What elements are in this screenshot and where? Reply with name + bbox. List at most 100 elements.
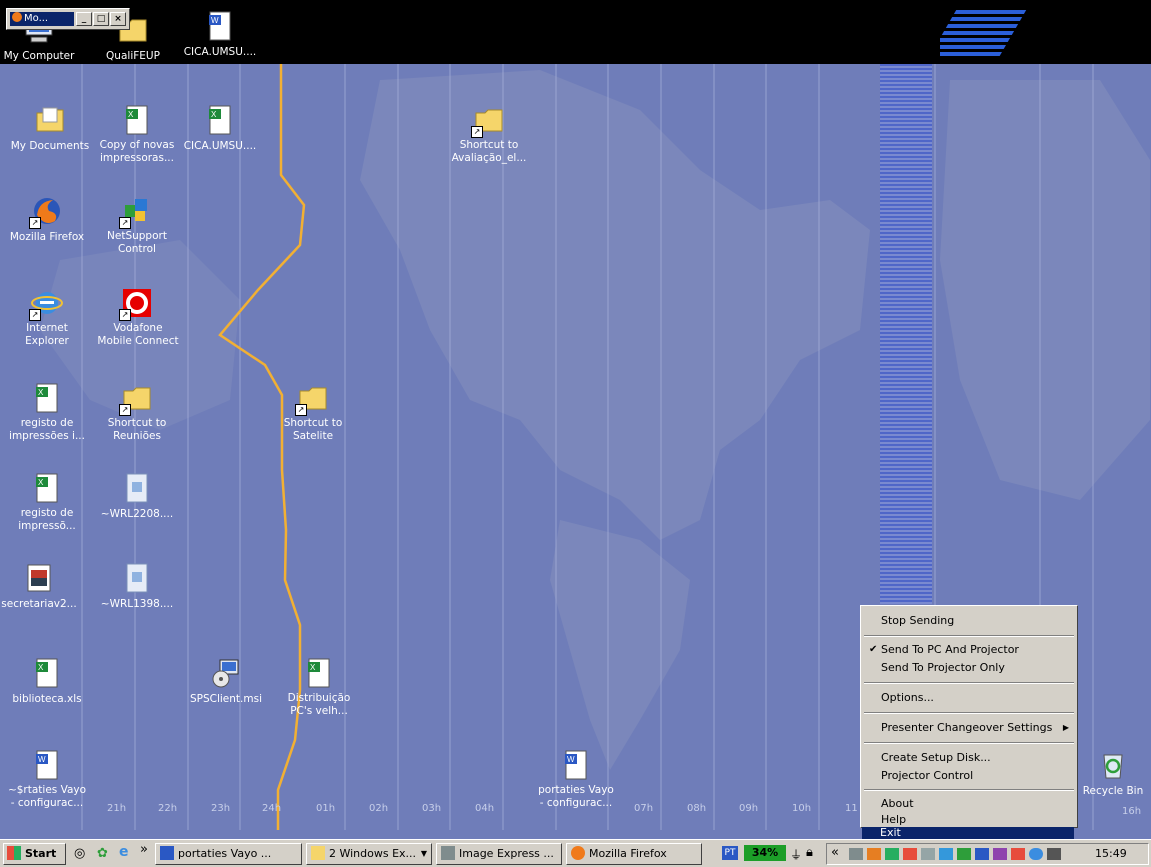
checkmark-icon: ✔: [869, 644, 878, 655]
desktop-icon-registo-de-impresso[interactable]: X registo de impressõ...: [4, 472, 90, 533]
menu-item-stop-sending[interactable]: Stop Sending: [863, 612, 1075, 629]
desktop-icon-my-documents[interactable]: My Documents: [7, 104, 93, 153]
excel-document-icon: X: [303, 657, 335, 689]
minimize-button[interactable]: _: [76, 12, 92, 26]
menu-item-send-to-projector-only[interactable]: Send To Projector Only: [863, 659, 1075, 676]
tz-label: 09h: [739, 803, 759, 814]
excel-document-icon: X: [31, 382, 63, 414]
tray-app-icon[interactable]: [921, 848, 935, 860]
submenu-arrow-icon: ▶: [1062, 723, 1069, 732]
word-document-icon: W: [31, 749, 63, 781]
menu-item-create-setup-disk[interactable]: Create Setup Disk...: [863, 749, 1075, 766]
menu-item-about[interactable]: About: [863, 795, 1075, 812]
desktop-icon-wrl1398[interactable]: ~WRL1398....: [94, 562, 180, 611]
tray-app-icon[interactable]: [1029, 848, 1043, 860]
svg-text:X: X: [128, 110, 134, 119]
menu-item-presenter-changeover-settings[interactable]: Presenter Changeover Settings ▶: [863, 719, 1075, 736]
battery-meter[interactable]: 34%: [744, 845, 786, 861]
menu-separator: [864, 712, 1074, 714]
volume-icon[interactable]: [1047, 848, 1061, 860]
lock-icon[interactable]: 🔒︎: [806, 845, 813, 860]
clock[interactable]: 15:49: [1095, 847, 1127, 860]
desktop-icon-mozilla-firefox[interactable]: ↗ Mozilla Firefox: [4, 195, 90, 244]
start-button[interactable]: Start: [3, 843, 66, 865]
excel-document-icon: X: [204, 104, 236, 136]
menu-item-projector-control[interactable]: Projector Control: [863, 767, 1075, 784]
desktop-icon-portaties-vayo[interactable]: W portaties Vayo - configurac...: [533, 749, 619, 810]
quick-launch-ie-icon[interactable]: e: [119, 844, 129, 860]
tray-app-icon[interactable]: [1011, 848, 1025, 860]
desktop-icon-shortcut-reunioes[interactable]: ↗ Shortcut to Reuniões: [94, 382, 180, 443]
excel-document-icon: X: [31, 657, 63, 689]
menu-item-help[interactable]: Help: [863, 813, 1075, 827]
desktop-icon-vodafone[interactable]: ↗ Vodafone Mobile Connect: [94, 287, 180, 348]
word-document-icon: W: [204, 10, 236, 42]
desktop[interactable]: 21h 22h 23h 24h 01h 02h 03h 04h 07h 08h …: [0, 0, 1151, 839]
tz-label: 07h: [634, 803, 654, 814]
quick-launch-settings-icon[interactable]: ◎: [74, 846, 85, 861]
network-icon[interactable]: [849, 848, 863, 860]
svg-text:W: W: [211, 16, 219, 25]
antivirus-icon[interactable]: [903, 848, 917, 860]
desktop-icon-distribuicao[interactable]: X Distribuição PC's velh...: [276, 657, 362, 718]
generic-file-icon: [121, 472, 153, 504]
desktop-icon-netsupport[interactable]: ↗ NetSupport Control: [94, 195, 180, 256]
tz-label: 04h: [475, 803, 495, 814]
firefox-icon: [12, 12, 22, 22]
tz-label: 08h: [687, 803, 707, 814]
taskbar-button-mozilla-firefox[interactable]: Mozilla Firefox: [566, 843, 702, 865]
svg-text:X: X: [38, 388, 44, 397]
desktop-icon-secretariav2[interactable]: secretariav2...: [0, 562, 82, 611]
tray-app-icon[interactable]: [957, 848, 971, 860]
desktop-icon-spsclient[interactable]: SPSClient.msi: [183, 657, 269, 706]
menu-item-exit[interactable]: Exit: [862, 827, 1074, 839]
minimized-firefox-window[interactable]: Mo... _ □ ×: [6, 8, 130, 30]
tz-label: 01h: [316, 803, 336, 814]
menu-separator: [864, 789, 1074, 791]
desktop-icon-temp-portaties[interactable]: W ~$rtaties Vayo - configurac...: [4, 749, 90, 810]
svg-text:X: X: [211, 110, 217, 119]
menu-item-options[interactable]: Options...: [863, 689, 1075, 706]
folder-shortcut-icon: ↗: [295, 382, 329, 416]
desktop-icon-recycle-bin[interactable]: Recycle Bin: [1070, 749, 1151, 798]
close-button[interactable]: ×: [110, 12, 126, 26]
quick-launch-more-chevron[interactable]: »: [140, 842, 148, 857]
desktop-icon-shortcut-avaliacao[interactable]: ↗ Shortcut to Avaliação_el...: [446, 104, 532, 165]
tray-expand-chevron[interactable]: «: [831, 845, 839, 860]
system-tray: « 15:49: [826, 843, 1149, 865]
quick-launch-app-icon[interactable]: ✿: [97, 846, 108, 861]
highlight-band: [880, 64, 932, 604]
image-file-icon: [23, 562, 55, 594]
taskbar-button-windows-explorer[interactable]: 2 Windows Ex... ▼: [306, 843, 432, 865]
desktop-icon-cica-xls[interactable]: X CICA.UMSU....: [177, 104, 263, 153]
taskbar-button-portaties-vayo[interactable]: portaties Vayo ...: [155, 843, 302, 865]
tray-app-icon[interactable]: [939, 848, 953, 860]
tz-label: 10h: [792, 803, 812, 814]
desktop-icon-copy-of-novas[interactable]: X Copy of novas impressoras...: [94, 104, 180, 165]
tray-app-icon[interactable]: [885, 848, 899, 860]
excel-document-icon: X: [31, 472, 63, 504]
word-document-icon: [160, 846, 174, 860]
desktop-icon-registo-de-impressoes-i[interactable]: X registo de impressões i...: [4, 382, 90, 443]
tz-label: 24h: [262, 803, 282, 814]
taskbar-button-image-express[interactable]: Image Express ...: [436, 843, 562, 865]
pt-tray-icon[interactable]: PT: [722, 846, 738, 860]
installer-package-icon: [210, 657, 242, 689]
menu-item-send-to-pc-and-projector[interactable]: ✔ Send To PC And Projector: [863, 641, 1075, 658]
tray-app-icon[interactable]: [867, 848, 881, 860]
tz-label: 11: [845, 803, 858, 814]
svg-text:X: X: [310, 663, 316, 672]
desktop-icon-wrl2208[interactable]: ~WRL2208....: [94, 472, 180, 521]
folder-icon: [311, 846, 325, 860]
power-plug-icon[interactable]: ⏚: [790, 846, 802, 863]
tz-label: 22h: [158, 803, 178, 814]
tray-app-icon[interactable]: [993, 848, 1007, 860]
desktop-icon-cica-doc[interactable]: W CICA.UMSU....: [177, 10, 263, 59]
desktop-icon-internet-explorer[interactable]: ↗ Internet Explorer: [4, 287, 90, 348]
menu-separator: [864, 682, 1074, 684]
tray-app-icon[interactable]: [975, 848, 989, 860]
window-title[interactable]: Mo...: [10, 12, 74, 26]
maximize-button[interactable]: □: [93, 12, 109, 26]
desktop-icon-biblioteca[interactable]: X biblioteca.xls: [4, 657, 90, 706]
desktop-icon-shortcut-satelite[interactable]: ↗ Shortcut to Satelite: [270, 382, 356, 443]
